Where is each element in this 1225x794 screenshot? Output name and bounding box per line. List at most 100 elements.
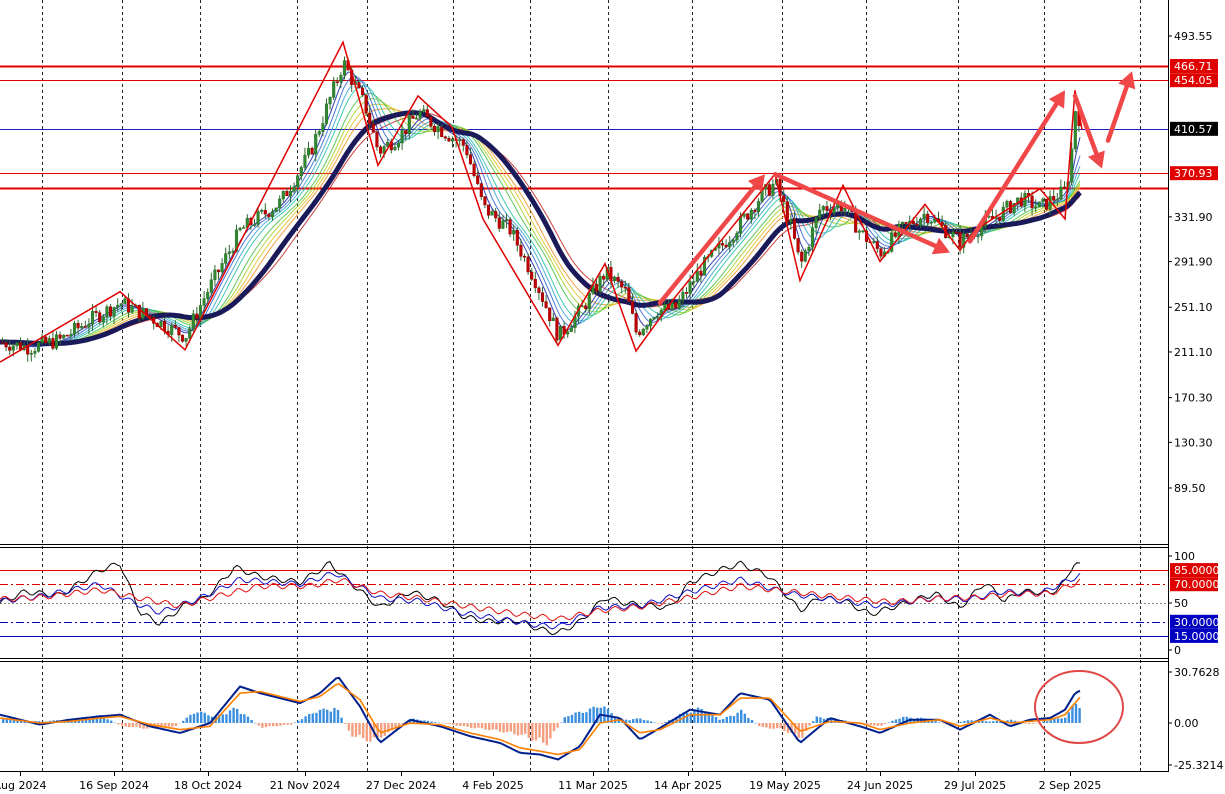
histogram-bar [783,723,786,731]
candle-body [623,286,627,289]
histogram-bar [106,719,109,723]
candle-body [900,222,905,225]
histogram-bar [585,712,588,723]
histogram-bar [329,711,332,723]
histogram-bar [880,723,883,726]
candle-body [645,325,649,330]
candle-body [112,307,116,317]
candle-body [360,87,365,96]
candle-body [494,211,498,219]
candle-body [825,206,829,211]
histogram-bar [1046,721,1049,723]
candle-body [238,227,242,231]
candle-body [782,195,786,202]
candle-body [252,224,257,226]
histogram-bar [876,723,880,726]
candle-body [803,250,807,262]
candle-body [540,292,545,302]
histogram-bar [502,723,505,733]
candle-body [195,313,199,320]
histogram-bar [365,723,368,742]
price-tick-label: 251.10 [1174,301,1213,314]
candle-body [227,251,231,254]
histogram-bar [761,723,764,728]
candle-body [648,318,653,327]
histogram-bar [506,723,509,732]
histogram-bar [257,723,260,726]
candle-body [594,284,599,292]
oscillator-tick-label: 0 [1174,644,1181,657]
histogram-bar [380,723,383,738]
candle-body [486,204,491,216]
candle-body [206,292,210,299]
trading-chart[interactable]: 493.55 454.05 410.57 370.93 331.90 291.90 251.… [0,0,1225,794]
histogram-bar [966,720,970,723]
candle-body [652,317,656,320]
histogram-bar [452,723,455,725]
histogram-bar [545,723,548,746]
candle-body [620,281,624,288]
candle-body [303,154,307,168]
candle-body [292,186,296,192]
oscillator-tick-label: 30.0000 [1174,616,1220,629]
histogram-bar [333,707,336,723]
candle-body [821,206,825,211]
candle-body [526,256,530,273]
candle-body [879,248,883,257]
candle-body [414,117,419,120]
histogram-bar [884,723,887,725]
histogram-bar [754,722,757,724]
histogram-bar [542,723,545,743]
histogram-bar [498,723,502,732]
candle-body [83,326,87,328]
candle-body [674,302,678,309]
candle-body [224,253,228,264]
candle-body [468,154,473,165]
histogram-bar [984,721,988,723]
histogram-bar [520,723,523,735]
candle-body [598,275,602,292]
candle-body [119,303,123,306]
candle-body [69,333,73,337]
candle-body [497,217,501,229]
x-tick-label: 2 Sep 2025 [1039,779,1102,792]
histogram-bar [300,719,304,723]
histogram-bar [1024,723,1027,724]
candle-body [627,287,631,302]
candle-body [796,238,800,253]
oscillator-tick-label: 50 [1174,597,1188,610]
candle-body [1059,186,1063,200]
candle-body [472,163,476,176]
candle-body [843,207,847,212]
histogram-bar [354,723,358,737]
price-tick-label: 493.55 [1174,30,1213,43]
candle-body [321,123,325,132]
histogram-bar [243,714,246,723]
candle-body [375,131,379,148]
histogram-bar [232,707,235,723]
histogram-bar [808,723,811,726]
histogram-bar [1064,717,1067,723]
candle-body [699,270,703,276]
histogram-bar [1031,723,1034,724]
histogram-bar [221,714,224,723]
histogram-bar [887,722,890,724]
histogram-bar [171,723,174,727]
candle-body [242,227,246,229]
histogram-bar [311,713,314,723]
candle-body [638,331,642,336]
x-tick-label: 24 Jun 2025 [847,779,913,792]
candle-body [818,209,822,218]
histogram-bar [819,717,822,723]
histogram-bar [1074,703,1078,723]
candle-body [731,239,735,243]
histogram-bar [574,712,577,723]
candle-body [213,269,217,281]
candle-body [533,278,537,289]
histogram-bar [725,716,728,723]
histogram-bar [538,723,541,738]
x-tick-label: 11 Mar 2025 [558,779,628,792]
macd-tick-label: -25.3214 [1174,759,1223,772]
histogram-bar [164,723,167,727]
candle-body [918,218,923,226]
